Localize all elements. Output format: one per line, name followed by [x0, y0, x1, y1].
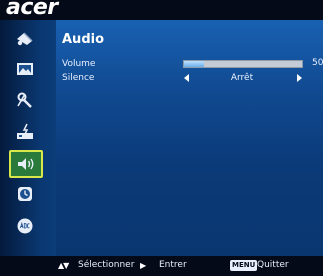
- volume-value: 50: [312, 58, 323, 68]
- acer-logo: acer: [6, 0, 58, 20]
- volume-label: Volume: [62, 59, 96, 69]
- nav-item-management[interactable]: [10, 120, 40, 144]
- up-down-arrows-icon: ▲▼: [58, 261, 69, 270]
- nav-item-settings[interactable]: [10, 88, 40, 112]
- silence-value[interactable]: Arrêt: [190, 73, 294, 83]
- page-title: Audio: [62, 32, 105, 47]
- menu-content-panel: [56, 20, 323, 256]
- color-icon: [15, 30, 35, 48]
- brand-bar: acer: [0, 0, 323, 20]
- enter-hint: Entrer: [159, 260, 187, 270]
- nav-item-image[interactable]: [10, 57, 40, 81]
- management-icon: [15, 123, 35, 141]
- image-icon: [16, 61, 34, 77]
- nav-item-timer[interactable]: [10, 182, 40, 206]
- projector-osd-menu: acer Audio Volume 50 Silence Arrêt ▲▼ Sé…: [0, 0, 323, 276]
- volume-slider[interactable]: [183, 60, 303, 68]
- quit-hint: Quitter: [257, 260, 289, 270]
- nav-item-language[interactable]: [10, 214, 40, 238]
- menu-key-badge: MENU: [230, 260, 258, 271]
- nav-item-audio[interactable]: [9, 150, 43, 178]
- silence-label: Silence: [62, 73, 95, 83]
- right-arrow-icon: ▶: [140, 261, 147, 270]
- volume-slider-fill: [184, 61, 205, 67]
- footer-hint-bar: ▲▼ Sélectionner ▶ Entrer MENU Quitter: [0, 256, 323, 276]
- language-icon: [16, 217, 34, 235]
- select-hint: Sélectionner: [78, 260, 135, 270]
- silence-next-arrow-icon[interactable]: [297, 74, 302, 82]
- settings-icon: [15, 91, 35, 109]
- nav-item-color[interactable]: [10, 27, 40, 51]
- silence-prev-arrow-icon[interactable]: [184, 74, 189, 82]
- menu-sidebar: [0, 20, 56, 256]
- audio-icon: [16, 156, 36, 172]
- timer-icon: [16, 185, 34, 203]
